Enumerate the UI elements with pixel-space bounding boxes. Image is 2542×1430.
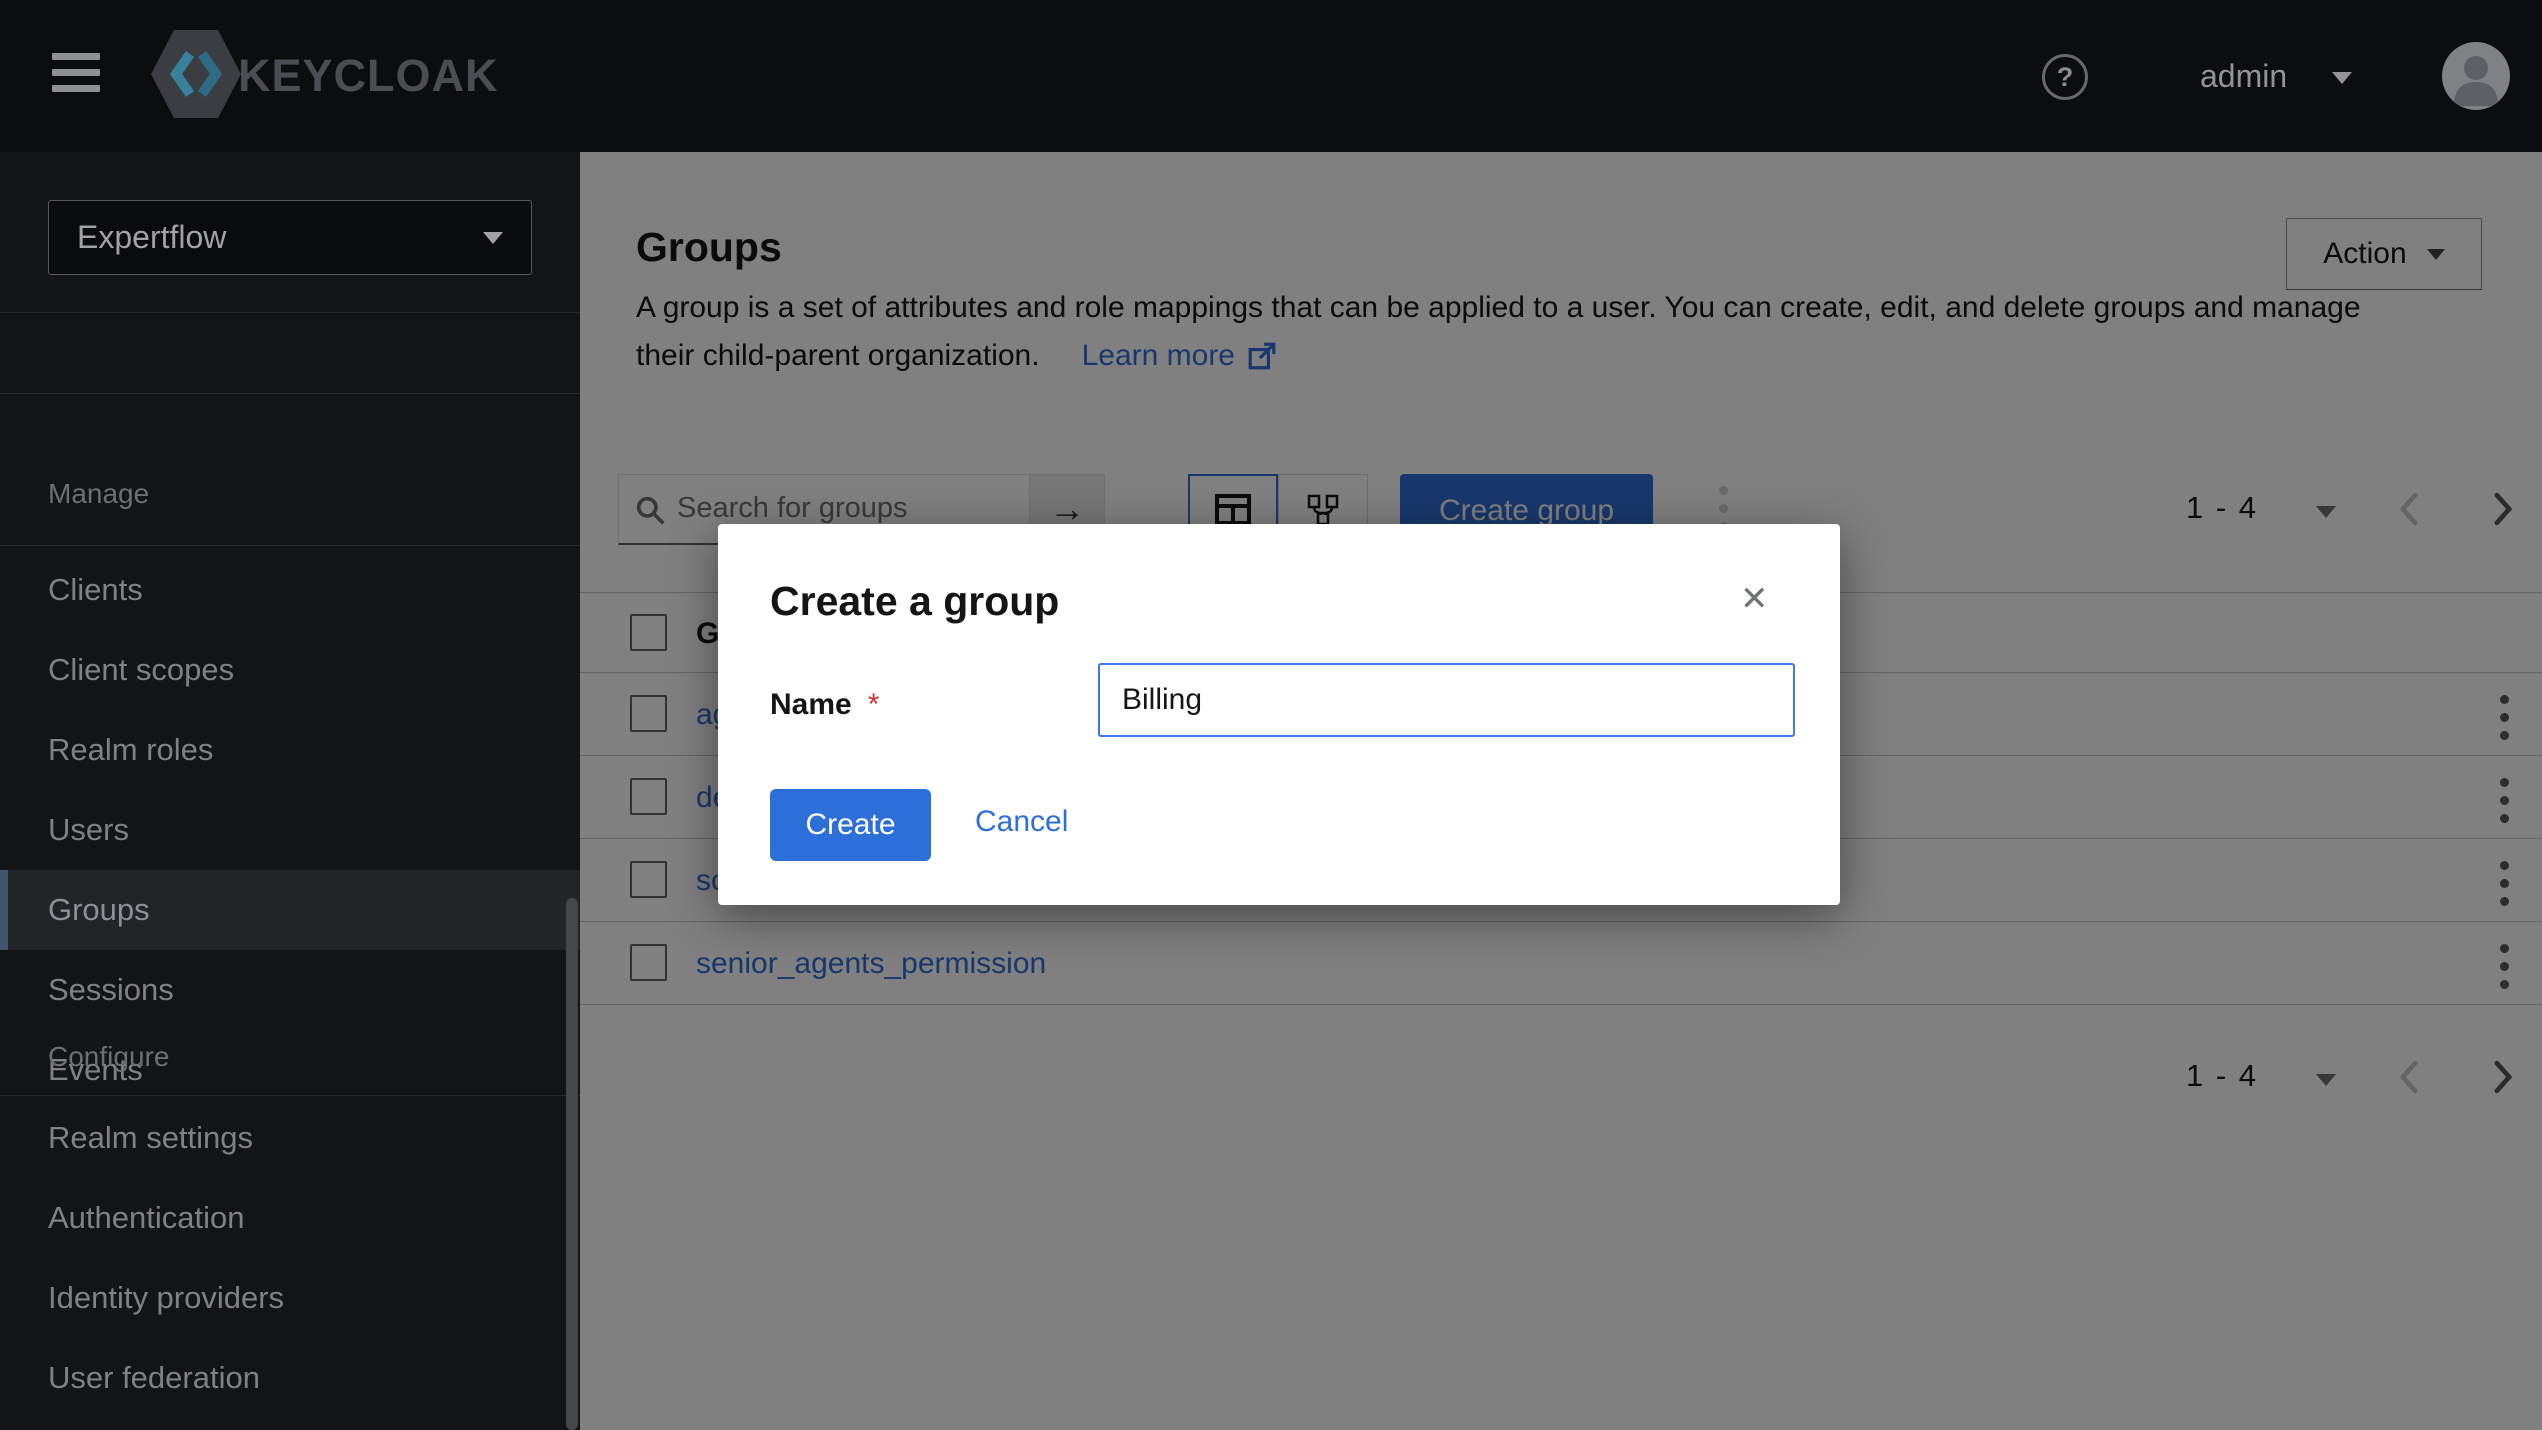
sidebar-item-clients[interactable]: Clients: [0, 550, 580, 630]
keycloak-logo-icon: [148, 26, 244, 127]
sidebar-item-identity-providers[interactable]: Identity providers: [0, 1258, 580, 1338]
name-field-label: Name*: [770, 688, 879, 722]
user-menu-username[interactable]: admin: [2200, 58, 2287, 95]
keycloak-logo[interactable]: KEYCLOAK: [148, 28, 244, 124]
sidebar-nav: Expertflow Manage Clients Client scopes …: [0, 152, 580, 1430]
cancel-button[interactable]: Cancel: [975, 805, 1068, 839]
sidebar-divider: [0, 312, 580, 313]
sidebar-divider: [0, 545, 580, 546]
avatar[interactable]: [2442, 42, 2510, 110]
nav-toggle-hamburger-icon[interactable]: [52, 53, 100, 101]
required-asterisk: *: [868, 688, 880, 721]
modal-title: Create a group: [770, 578, 1059, 625]
create-button[interactable]: Create: [770, 789, 931, 861]
realm-selector[interactable]: Expertflow: [48, 200, 532, 275]
person-icon: [2442, 42, 2510, 110]
sidebar-item-users[interactable]: Users: [0, 790, 580, 870]
sidebar-item-user-federation[interactable]: User federation: [0, 1338, 580, 1418]
sidebar-scrollbar[interactable]: [566, 898, 578, 1430]
create-group-modal: Create a group ✕ Name* Create Cancel: [718, 524, 1840, 905]
group-name-input[interactable]: [1098, 663, 1795, 737]
user-menu-caret-icon[interactable]: [2332, 72, 2352, 84]
keycloak-admin-console: KEYCLOAK ? admin Expertflow Manage Clien…: [0, 0, 2542, 1430]
masthead: KEYCLOAK ? admin: [0, 0, 2542, 152]
close-icon[interactable]: ✕: [1740, 582, 1769, 616]
realm-selector-caret-icon: [483, 232, 503, 244]
keycloak-wordmark: KEYCLOAK: [238, 50, 499, 102]
nav-section-manage: Manage: [48, 478, 149, 510]
sidebar-divider: [0, 393, 580, 394]
nav-section-configure: Configure: [48, 1041, 169, 1073]
sidebar-item-sessions[interactable]: Sessions: [0, 950, 580, 1030]
sidebar-item-groups[interactable]: Groups: [0, 870, 580, 950]
sidebar-item-authentication[interactable]: Authentication: [0, 1178, 580, 1258]
sidebar-item-realm-roles[interactable]: Realm roles: [0, 710, 580, 790]
sidebar-item-realm-settings[interactable]: Realm settings: [0, 1098, 580, 1178]
realm-selector-label: Expertflow: [77, 219, 226, 256]
sidebar-item-client-scopes[interactable]: Client scopes: [0, 630, 580, 710]
help-icon[interactable]: ?: [2042, 54, 2088, 100]
sidebar-divider: [0, 1095, 580, 1096]
